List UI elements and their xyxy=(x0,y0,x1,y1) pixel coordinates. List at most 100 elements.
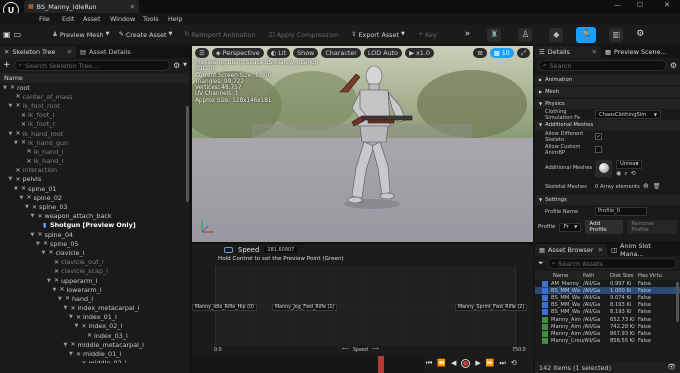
asset-row[interactable]: BS_MM_Wa/All/Ga 1.000 Ki False xyxy=(535,287,680,295)
menu-file[interactable]: File xyxy=(39,15,62,23)
add-profile-button[interactable]: Add Profile xyxy=(585,220,624,234)
clothing-simulation-dropdown[interactable]: ChaosClothingSim ▼ xyxy=(595,110,661,119)
physics-mode-icon[interactable]: ▥ xyxy=(609,27,624,42)
asset-row[interactable]: Manny_Aim/All/Ga 867.93 Ki False xyxy=(535,330,680,337)
profile-name-input[interactable]: Profile_0 xyxy=(595,207,647,216)
tree-row[interactable]: ▼ ✕ weapon_attach_back xyxy=(0,212,190,221)
tree-row[interactable]: ▼ ✕ index_01_l xyxy=(0,313,190,322)
asset-row[interactable]: Manny_Aim/All/Ga 652.73 Ki False xyxy=(535,316,680,323)
settings-gear-icon[interactable]: ⚙ xyxy=(636,30,644,39)
sample-label-2[interactable]: Manny_Sprint_Fwd_Rifle (2) xyxy=(455,304,528,311)
record-icon[interactable] xyxy=(461,359,471,368)
tree-row[interactable]: ✕ index_03_l xyxy=(0,331,190,340)
tree-row[interactable]: ▼ ✕ index_02_l xyxy=(0,322,190,331)
timeline-bar[interactable] xyxy=(192,356,424,373)
skip-to-end-icon[interactable]: ⏭ xyxy=(500,360,506,367)
playhead[interactable] xyxy=(378,356,384,373)
skeleton-mode-icon[interactable]: ♜ xyxy=(487,27,502,42)
anim-slot-manager-tab[interactable]: ◫ Anim Slot Mana... xyxy=(607,242,680,258)
chevron-down-icon[interactable]: ▼ xyxy=(3,85,10,91)
asset-browser-tab[interactable]: ▦ Asset Browser ✕ xyxy=(535,244,607,256)
close-tab-icon[interactable]: ✕ xyxy=(130,3,135,10)
tree-scrollbar[interactable] xyxy=(186,106,189,202)
tree-row[interactable]: ✕ clavicle_scap_l xyxy=(0,267,190,276)
asset-row[interactable]: Manny_Aim/All/Ga 742.28 Ki False xyxy=(535,323,680,330)
chevron-down-icon[interactable]: ▼ xyxy=(9,103,16,109)
sample-label-1[interactable]: Manny_Jog_Fwd_Rifle (1) xyxy=(272,304,338,311)
anim-blueprint-mode-icon[interactable]: ◆ xyxy=(549,27,564,42)
chevron-down-icon[interactable]: ▼ xyxy=(31,213,38,219)
viewport[interactable]: ☰ ◈ Perspective ◐ Lit Show Character LOD A… xyxy=(192,46,533,242)
camera-speed-button[interactable]: ▩ 10 xyxy=(489,48,514,58)
chevron-down-icon[interactable]: ▼ xyxy=(69,314,76,320)
asset-row[interactable]: AM_Manny_/All/Ga 0.997 Ki False xyxy=(535,280,680,287)
tree-row[interactable]: ▮ Shotgun [Preview Only] xyxy=(0,221,190,230)
window-minimize-icon[interactable]: — xyxy=(614,1,621,9)
asset-row[interactable]: Manny_Crou/All/Ga 858.55 Ki False xyxy=(535,338,680,345)
sample-label-0[interactable]: Manny_Idle_Rifle_Hip (0) xyxy=(192,304,257,311)
tree-row[interactable]: ▼ ✕ spine_03 xyxy=(0,202,190,211)
lod-button[interactable]: LOD Auto xyxy=(363,48,403,58)
profile-dropdown[interactable]: Pr ▼ xyxy=(559,222,582,232)
chevron-down-icon[interactable]: ▼ xyxy=(75,323,82,329)
section-animation[interactable]: ▶ Animation xyxy=(535,75,680,85)
tree-row[interactable]: ▼ ✕ clavicle_l xyxy=(0,248,190,257)
close-tab-icon[interactable]: ✕ xyxy=(67,48,72,55)
reset-icon[interactable]: ⟲ xyxy=(631,170,636,177)
reimport-animation-button[interactable]: ↻ Reimport Animation xyxy=(181,28,258,41)
chevron-down-icon[interactable]: ▼ xyxy=(69,351,76,357)
remove-profile-button[interactable]: Remove Profile xyxy=(627,220,677,234)
loop-icon[interactable]: ⟲ xyxy=(511,360,517,367)
tree-row[interactable]: ▼ ✕ spine_01 xyxy=(0,184,190,193)
section-physics[interactable]: ▼ Physics xyxy=(535,99,680,109)
tree-row[interactable]: ✕ ik_foot_l xyxy=(0,111,190,120)
details-tab[interactable]: ☰ Details ✕ xyxy=(535,46,601,58)
menu-asset[interactable]: Asset xyxy=(83,15,110,23)
filter-icon[interactable]: ⏷ xyxy=(538,260,544,267)
column-has-virtual[interactable]: Has Virtu xyxy=(638,273,676,279)
chevron-down-icon[interactable]: ▼ xyxy=(47,278,54,284)
asset-scrollbar[interactable] xyxy=(676,282,679,322)
browse-icon[interactable]: ⌕ xyxy=(624,170,627,177)
tree-row[interactable]: ▼ ✕ spine_05 xyxy=(0,239,190,248)
menu-window[interactable]: Window xyxy=(110,15,143,23)
window-close-icon[interactable]: ✕ xyxy=(664,1,670,9)
chevron-down-icon[interactable]: ▼ xyxy=(31,232,38,238)
create-asset-button[interactable]: ✎ Create Asset ▼ xyxy=(115,28,175,41)
gear-icon[interactable]: ⚙ xyxy=(670,61,677,70)
menu-tools[interactable]: Tools xyxy=(143,15,168,23)
preview-mesh-button[interactable]: ♟ Preview Mesh ▼ xyxy=(49,28,112,41)
close-tab-icon[interactable]: ✕ xyxy=(592,48,597,55)
tree-row[interactable]: ▼ ✕ index_metacarpal_l xyxy=(0,304,190,313)
eye-icon[interactable]: 👁 xyxy=(667,364,676,371)
add-element-icon[interactable]: ⊕ xyxy=(643,183,649,190)
maximize-viewport-icon[interactable]: ⤢ xyxy=(516,48,530,58)
asset-search-input[interactable]: ⌕ Search Assets xyxy=(546,258,677,269)
chevron-down-icon[interactable]: ▼ xyxy=(9,176,16,182)
save-icon[interactable]: ▣ xyxy=(3,30,11,39)
step-back-icon[interactable]: ⏪ xyxy=(437,360,446,367)
viewport-menu-icon[interactable]: ☰ xyxy=(195,48,209,58)
chevron-down-icon[interactable]: ▼ xyxy=(53,287,60,293)
tree-row[interactable]: ▼ ✕ ik_hand_gun xyxy=(0,138,190,147)
tree-row[interactable]: ✕ ik_hand_r xyxy=(0,157,190,166)
tree-row[interactable]: ▼ ✕ ik_hand_root xyxy=(0,129,190,138)
tree-row[interactable]: ▼ ✕ middle_01_l xyxy=(0,349,190,358)
skeleton-tree-tab[interactable]: ✕ Skeleton Tree ✕ xyxy=(0,46,76,58)
character-button[interactable]: Character xyxy=(321,48,361,58)
axis-value-field[interactable]: 281.60907 xyxy=(264,247,298,253)
tree-row[interactable]: ▼ ✕ spine_02 xyxy=(0,193,190,202)
skip-to-start-icon[interactable]: ⏮ xyxy=(426,360,432,367)
add-icon[interactable]: + xyxy=(3,61,11,70)
apply-compression-button[interactable]: ◫ Apply Compression xyxy=(266,28,342,41)
chevron-down-icon[interactable]: ▼ xyxy=(58,296,65,302)
delete-elements-icon[interactable]: 🗑 xyxy=(653,183,661,190)
animation-mode-icon[interactable]: 🏃 xyxy=(576,26,597,43)
play-icon[interactable]: ▶ xyxy=(475,360,480,367)
chevron-down-icon[interactable]: ▼ xyxy=(20,195,27,201)
tree-row[interactable]: ▼ ✕ pelvis xyxy=(0,175,190,184)
key-button[interactable]: + Key xyxy=(415,28,440,41)
chevron-down-icon[interactable]: ▼ xyxy=(14,140,21,146)
more-chevrons-icon[interactable]: » xyxy=(465,30,471,39)
chevron-down-icon[interactable]: ▼ xyxy=(9,131,16,137)
